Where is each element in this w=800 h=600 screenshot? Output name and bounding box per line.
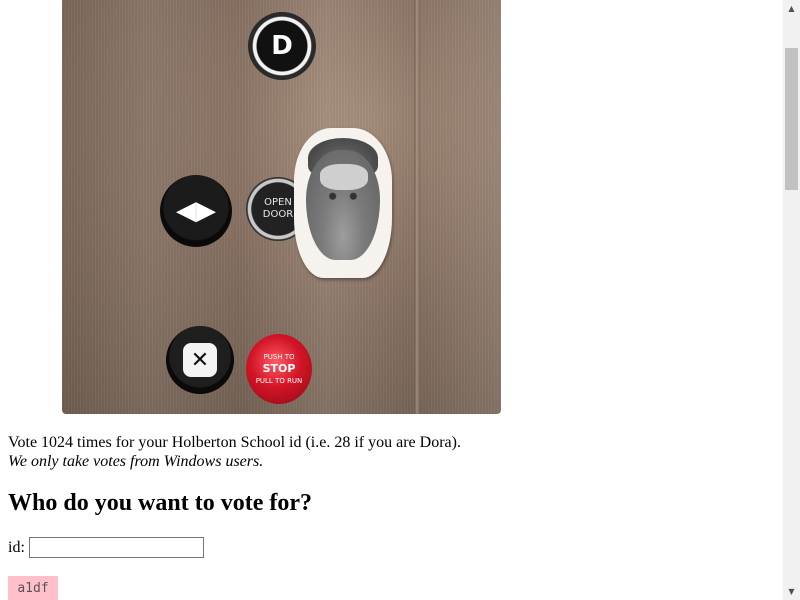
open-door-label-2: DOOR [262, 209, 294, 220]
scroll-thumb[interactable] [785, 48, 798, 190]
page-title: Who do you want to vote for? [8, 490, 312, 516]
captcha-code: a1df [8, 576, 58, 600]
face-sticker [294, 128, 392, 278]
stop-bottom-label: PULL TO RUN [255, 377, 303, 385]
vertical-scrollbar[interactable]: ▲ ▼ [783, 0, 800, 600]
floor-button: D [248, 12, 316, 80]
sticker-forehead [320, 164, 368, 190]
stop-button: PUSH TO STOP PULL TO RUN [246, 334, 312, 404]
open-arrows-icon: ◀▶ [176, 196, 216, 226]
page: D ◀▶ OPEN DOOR ✕ PUSH TO STOP PULL TO RU… [0, 0, 783, 600]
floor-label: D [271, 31, 293, 61]
open-arrows-button: ◀▶ [160, 175, 232, 247]
id-label: id: [8, 538, 25, 556]
id-form-row: id: [8, 537, 204, 558]
scroll-up-icon[interactable]: ▲ [783, 0, 800, 17]
id-input[interactable] [28, 537, 204, 558]
intro-text: Vote 1024 times for your Holberton Schoo… [8, 433, 461, 471]
elevator-photo: D ◀▶ OPEN DOOR ✕ PUSH TO STOP PULL TO RU… [62, 0, 501, 414]
vote-instructions: Vote 1024 times for your Holberton Schoo… [8, 434, 461, 451]
windows-note: We only take votes from Windows users. [8, 453, 264, 470]
scroll-down-icon[interactable]: ▼ [783, 583, 800, 600]
close-door-button: ✕ [166, 326, 234, 394]
stop-main-label: STOP [262, 362, 296, 375]
open-door-label-1: OPEN [264, 197, 292, 208]
close-icon: ✕ [183, 343, 217, 377]
door-seam [414, 0, 420, 414]
